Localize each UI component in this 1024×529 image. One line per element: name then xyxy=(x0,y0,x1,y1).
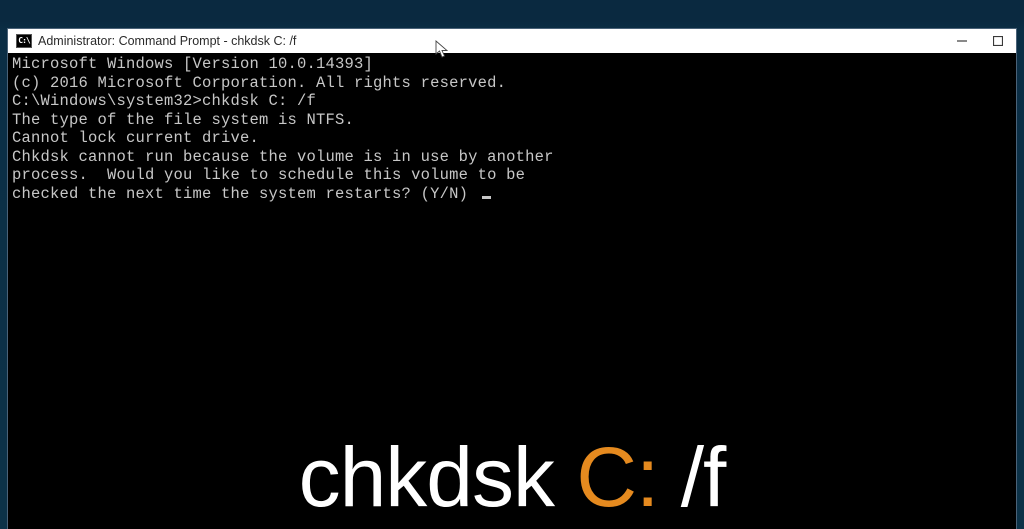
minimize-button[interactable] xyxy=(944,29,980,53)
terminal-prompt-line: checked the next time the system restart… xyxy=(12,185,1012,204)
overlay-caption: chkdsk C: /f xyxy=(0,435,1024,519)
terminal-line: Chkdsk cannot run because the volume is … xyxy=(12,148,1012,167)
window-controls xyxy=(944,29,1016,53)
terminal-output[interactable]: Microsoft Windows [Version 10.0.14393](c… xyxy=(8,53,1016,205)
window-title: Administrator: Command Prompt - chkdsk C… xyxy=(38,34,296,48)
caption-part-2: C: xyxy=(576,430,658,524)
maximize-icon xyxy=(993,36,1003,46)
caption-part-3: /f xyxy=(658,430,725,524)
terminal-line: Microsoft Windows [Version 10.0.14393] xyxy=(12,55,1012,74)
terminal-line: (c) 2016 Microsoft Corporation. All righ… xyxy=(12,74,1012,93)
terminal-line: The type of the file system is NTFS. xyxy=(12,111,1012,130)
terminal-line: checked the next time the system restart… xyxy=(12,185,478,203)
terminal-line: C:\Windows\system32>chkdsk C: /f xyxy=(12,92,1012,111)
caption-part-1: chkdsk xyxy=(299,430,577,524)
cmd-icon: C:\ xyxy=(16,34,32,48)
title-bar[interactable]: C:\ Administrator: Command Prompt - chkd… xyxy=(8,29,1016,53)
minimize-icon xyxy=(957,36,967,46)
maximize-button[interactable] xyxy=(980,29,1016,53)
text-cursor xyxy=(482,196,491,199)
terminal-line: process. Would you like to schedule this… xyxy=(12,166,1012,185)
terminal-line: Cannot lock current drive. xyxy=(12,129,1012,148)
